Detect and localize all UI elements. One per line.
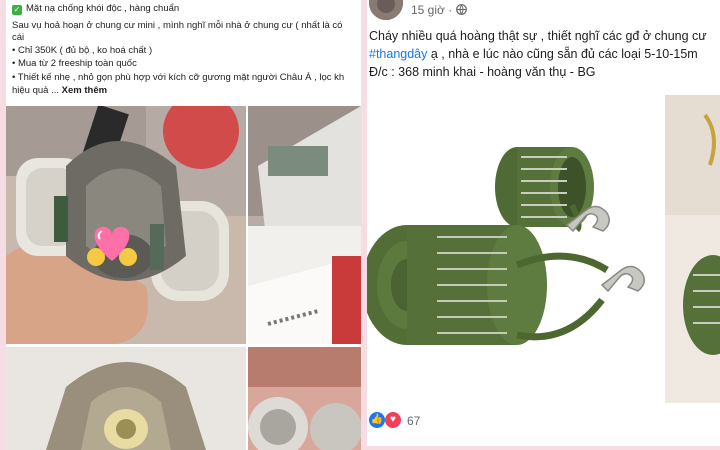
see-more-link[interactable]: Xem thêm: [62, 85, 107, 96]
love-icon[interactable]: ♥: [385, 412, 401, 428]
post-text-line1: Cháy nhiều quá hoàng thật sự , thiết ngh…: [369, 29, 707, 43]
left-post: ✓ Mặt nạ chống khói độc , hàng chuẩn Sau …: [6, 0, 361, 450]
photo-ladder-2[interactable]: [665, 95, 720, 403]
post-title-text: Mặt nạ chống khói độc , hàng chuẩn: [26, 3, 180, 14]
post-line-title: ✓ Mặt nạ chống khói độc , hàng chuẩn: [12, 3, 179, 15]
heart-sticker-icon: [87, 226, 137, 266]
post-meta: 15 giờ ·: [411, 3, 467, 17]
post-address: Đ/c : 368 minh khai - hoàng văn thụ - BG: [369, 65, 596, 79]
ladder-2-image: [665, 95, 720, 403]
avatar[interactable]: [369, 0, 403, 20]
hashtag-link[interactable]: #thangdây: [369, 47, 427, 61]
packaging-image: [248, 106, 361, 344]
post-bullet: • Mua từ 2 freeship toàn quốc: [12, 58, 137, 69]
post-text: ạ , nhà e lúc nào cũng sẵn đủ các loại 5…: [427, 47, 698, 61]
post-line-last: hiệu quả ... Xem thêm: [12, 85, 107, 97]
photo-mask-accessories[interactable]: [248, 347, 361, 450]
photo-packaging[interactable]: [248, 106, 361, 344]
like-icon[interactable]: 👍: [369, 412, 385, 428]
post-bullet: • Thiết kế nhẹ , nhỏ gọn phù hợp với kíc…: [12, 72, 345, 83]
post-bullet: • Chỉ 350K ( đủ bộ , ko hoá chất ): [12, 45, 153, 56]
photo-mask-closeup[interactable]: [6, 347, 246, 450]
post-time[interactable]: 15 giờ ·: [411, 3, 452, 17]
mask-accessories-image: [248, 347, 361, 450]
right-post: 15 giờ · Cháy nhiều quá hoàng thật sự , …: [367, 0, 720, 446]
reaction-count[interactable]: 67: [407, 414, 420, 428]
post-line: Sau vụ hoả hoạn ở chung cư mini , mình n…: [12, 20, 343, 31]
photo-rope-ladder[interactable]: [367, 95, 662, 403]
check-icon: ✓: [12, 5, 22, 15]
truncated-text: hiệu quả ...: [12, 85, 60, 96]
photo-gas-mask[interactable]: [6, 106, 246, 344]
mask-closeup-image: [6, 347, 246, 450]
post-text-line2: #thangdây ạ , nhà e lúc nào cũng sẵn đủ …: [369, 46, 698, 62]
rope-ladder-image: [367, 95, 662, 403]
post-line: cái: [12, 32, 25, 43]
globe-icon: [455, 4, 467, 15]
